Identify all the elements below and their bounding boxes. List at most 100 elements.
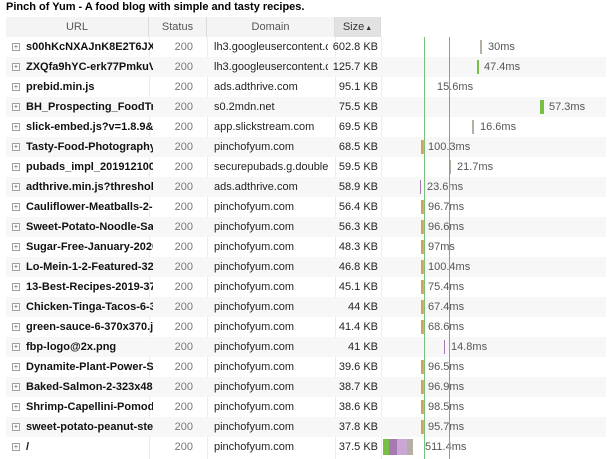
- request-url: fbp-logo@2x.png: [26, 341, 117, 353]
- request-size: 56.3 KB: [338, 221, 378, 233]
- table-row[interactable]: + green-sauce-6-370x370.j 200 pinchofyum.co…: [6, 317, 606, 337]
- expand-row-icon[interactable]: +: [12, 383, 20, 391]
- waterfall-cell: 96.6ms: [383, 217, 606, 237]
- request-domain: ads.adthrive.com: [214, 181, 298, 193]
- waterfall-marker-blue: [449, 37, 450, 459]
- waterfall-cell: 15.6ms: [383, 77, 606, 97]
- expand-row-icon[interactable]: +: [12, 423, 20, 431]
- table-row[interactable]: + Sweet-Potato-Noodle-Sa 200 pinchofyum.com…: [6, 217, 606, 237]
- request-timing: 57.3ms: [549, 101, 586, 113]
- request-size: 44 KB: [348, 301, 378, 313]
- table-row[interactable]: + Lo-Mein-1-2-Featured-32 200 pinchofyum.co…: [6, 257, 606, 277]
- request-size: 37.8 KB: [338, 421, 378, 433]
- expand-row-icon[interactable]: +: [12, 223, 20, 231]
- waterfall-cell: 100.3ms: [383, 137, 606, 157]
- request-size: 125.7 KB: [332, 61, 378, 73]
- column-header-size-label: Size: [342, 21, 365, 33]
- expand-row-icon[interactable]: +: [12, 323, 20, 331]
- expand-row-icon[interactable]: +: [12, 203, 20, 211]
- waterfall-cell: 67.4ms: [383, 297, 606, 317]
- request-url: Dynamite-Plant-Power-S: [26, 361, 153, 373]
- request-status: 200: [174, 141, 193, 153]
- expand-row-icon[interactable]: +: [12, 263, 20, 271]
- request-url: Shrimp-Capellini-Pomod: [26, 401, 153, 413]
- table-row[interactable]: + Cauliflower-Meatballs-2- 200 pinchofyum.c…: [6, 197, 606, 217]
- table-row[interactable]: + prebid.min.js 200 ads.adthrive.com 95.1 KB…: [6, 77, 606, 97]
- request-size: 38.6 KB: [338, 401, 378, 413]
- request-domain: pinchofyum.com: [214, 341, 295, 353]
- column-header-size[interactable]: Size▲: [335, 17, 381, 37]
- request-size: 41.4 KB: [338, 321, 378, 333]
- table-row[interactable]: + Sugar-Free-January-2020 200 pinchofyum.co…: [6, 237, 606, 257]
- expand-row-icon[interactable]: +: [12, 163, 20, 171]
- expand-row-icon[interactable]: +: [12, 343, 20, 351]
- waterfall-cell: 96.7ms: [383, 197, 606, 217]
- expand-row-icon[interactable]: +: [12, 63, 20, 71]
- request-url: Sweet-Potato-Noodle-Sa: [26, 221, 153, 233]
- table-row[interactable]: + adthrive.min.js?threshol 200 ads.adthrive…: [6, 177, 606, 197]
- expand-row-icon[interactable]: +: [12, 123, 20, 131]
- request-domain: lh3.googleusercontent.c: [214, 41, 328, 53]
- expand-row-icon[interactable]: +: [12, 183, 20, 191]
- column-header-url[interactable]: URL: [6, 17, 149, 37]
- table-row[interactable]: +13-Best-Recipes-2019-37 200 pinchofyum.co…: [6, 277, 606, 297]
- request-url: green-sauce-6-370x370.j: [26, 321, 153, 333]
- request-domain: pinchofyum.com: [214, 441, 295, 453]
- expand-row-icon[interactable]: +: [12, 303, 20, 311]
- timing-bar: [480, 40, 482, 54]
- request-timing: 96.7ms: [428, 201, 465, 213]
- request-domain: pinchofyum.com: [214, 221, 295, 233]
- request-status: 200: [174, 201, 193, 213]
- expand-row-icon[interactable]: +: [12, 43, 20, 51]
- timing-bar: [420, 180, 421, 194]
- request-size: 59.5 KB: [338, 161, 378, 173]
- expand-row-icon[interactable]: +: [12, 283, 20, 291]
- expand-row-icon[interactable]: +: [12, 243, 20, 251]
- request-url: ZXQfa9hYC-erk77PmkuV: [26, 61, 153, 73]
- request-status: 200: [174, 441, 193, 453]
- request-status: 200: [174, 241, 193, 253]
- table-row[interactable]: + ZXQfa9hYC-erk77PmkuV 200 lh3.googleuserco…: [6, 57, 606, 77]
- request-domain: pinchofyum.com: [214, 401, 295, 413]
- expand-row-icon[interactable]: +: [12, 83, 20, 91]
- table-row[interactable]: + Chicken-Tinga-Tacos-6-3 200 pinchofyum.co…: [6, 297, 606, 317]
- request-status: 200: [174, 181, 193, 193]
- timing-bar-wait: [389, 439, 397, 455]
- request-url: BH_Prospecting_FoodTr: [26, 101, 153, 113]
- request-timing: 15.6ms: [437, 81, 474, 93]
- request-url: Baked-Salmon-2-323x48: [26, 381, 153, 393]
- table-row[interactable]: + pubads_impl_201912100 200 securepubads.g.…: [6, 157, 606, 177]
- expand-row-icon[interactable]: +: [12, 403, 20, 411]
- table-row[interactable]: + sweet-potato-peanut-ste 200 pinchofyum.co…: [6, 417, 606, 437]
- request-url: pubads_impl_201912100: [26, 161, 153, 173]
- request-status: 200: [174, 341, 193, 353]
- request-size: 39.6 KB: [338, 361, 378, 373]
- table-row[interactable]: + s00hKcNXAJnK8E2T6JX 200 lh3.googleusercon…: [6, 37, 606, 57]
- table-row[interactable]: + Shrimp-Capellini-Pomod 200 pinchofyum.com…: [6, 397, 606, 417]
- request-status: 200: [174, 261, 193, 273]
- table-row[interactable]: + slick-embed.js?v=1.8.9& 200 app.slickstre…: [6, 117, 606, 137]
- table-row[interactable]: + / 200 pinchofyum.com 37.5 KB 511.4ms: [6, 437, 606, 457]
- request-domain: pinchofyum.com: [214, 301, 295, 313]
- column-header-domain[interactable]: Domain: [207, 17, 335, 37]
- expand-row-icon[interactable]: +: [12, 443, 20, 451]
- expand-row-icon[interactable]: +: [12, 363, 20, 371]
- request-timing: 98.5ms: [428, 401, 465, 413]
- waterfall-cell: 21.7ms: [383, 157, 606, 177]
- table-row[interactable]: + Tasty-Food-Photography 200 pinchofyum.com…: [6, 137, 606, 157]
- expand-row-icon[interactable]: +: [12, 143, 20, 151]
- timing-bar: [472, 120, 474, 134]
- request-domain: pinchofyum.com: [214, 201, 295, 213]
- expand-row-icon[interactable]: +: [12, 103, 20, 111]
- request-domain: ads.adthrive.com: [214, 81, 298, 93]
- request-status: 200: [174, 101, 193, 113]
- table-row[interactable]: + BH_Prospecting_FoodTr 200 s0.2mdn.net 75.5…: [6, 97, 606, 117]
- table-row[interactable]: + fbp-logo@2x.png 200 pinchofyum.com 41 KB 14…: [6, 337, 606, 357]
- table-row[interactable]: + Baked-Salmon-2-323x48 200 pinchofyum.com 3…: [6, 377, 606, 397]
- column-header-status[interactable]: Status: [149, 17, 207, 37]
- waterfall-cell: 95.7ms: [383, 417, 606, 437]
- table-row[interactable]: + Dynamite-Plant-Power-S 200 pinchofyum.com…: [6, 357, 606, 377]
- request-url: slick-embed.js?v=1.8.9&: [26, 121, 153, 133]
- request-status: 200: [174, 361, 193, 373]
- request-url: Sugar-Free-January-2020: [26, 241, 153, 253]
